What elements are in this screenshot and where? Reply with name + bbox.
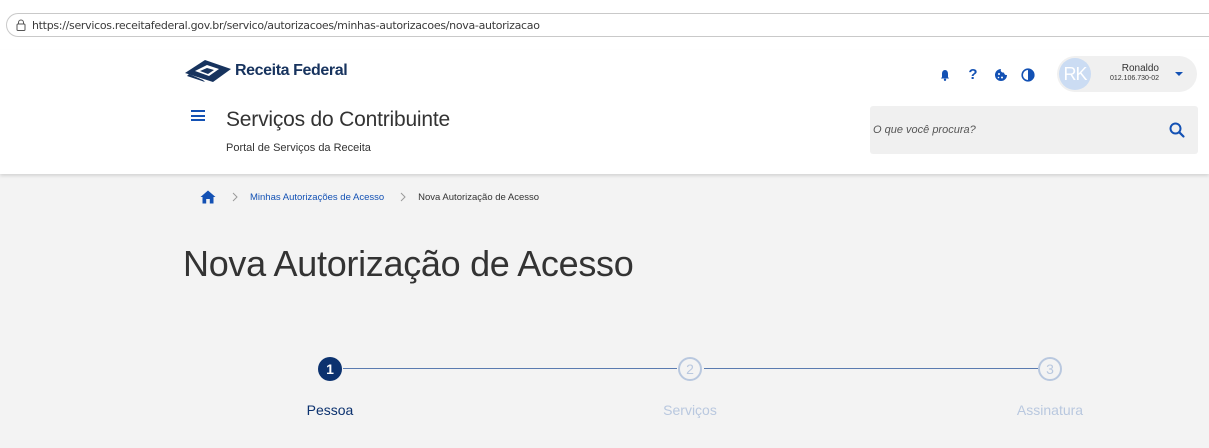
breadcrumb-current: Nova Autorização de Acesso: [418, 191, 540, 203]
hamburger-menu-icon[interactable]: [191, 110, 205, 121]
app-subtitle: Portal de Serviços da Receita: [226, 142, 371, 154]
step-1-label[interactable]: Pessoa: [260, 402, 400, 418]
url-text: https://servicos.receitafederal.gov.br/s…: [32, 19, 540, 32]
step-connector: [343, 368, 677, 369]
chevron-right-icon: [400, 192, 406, 202]
stepper: 1 2 3 Pessoa Serviços Assinatura: [0, 355, 1209, 435]
help-icon[interactable]: ?: [965, 67, 981, 83]
url-field[interactable]: https://servicos.receitafederal.gov.br/s…: [6, 13, 1209, 37]
step-connector: [704, 368, 1038, 369]
search-icon[interactable]: [1168, 121, 1186, 139]
breadcrumb-link-minhas-autorizacoes[interactable]: Minhas Autorizações de Acesso: [250, 192, 384, 203]
home-icon[interactable]: [200, 190, 216, 204]
search-box: [870, 106, 1198, 154]
user-name: Ronaldo: [1121, 63, 1159, 74]
page-title: Nova Autorização de Acesso: [183, 243, 634, 284]
breadcrumb: Minhas Autorizações de Acesso Nova Autor…: [200, 190, 539, 204]
step-3-circle[interactable]: 3: [1038, 357, 1062, 381]
chevron-right-icon: [232, 192, 238, 202]
step-2-label[interactable]: Serviços: [620, 402, 760, 418]
contrast-icon[interactable]: [1020, 67, 1036, 83]
user-menu[interactable]: RK Ronaldo 012.106.730-02: [1057, 56, 1197, 92]
user-cpf: 012.106.730-02: [1109, 75, 1159, 82]
app-title: Serviços do Contribuinte: [226, 108, 450, 131]
step-2-circle[interactable]: 2: [678, 357, 702, 381]
avatar: RK: [1059, 58, 1091, 90]
browser-address-bar: https://servicos.receitafederal.gov.br/s…: [0, 0, 1209, 50]
cookie-icon[interactable]: [993, 67, 1009, 83]
logo-text: Receita Federal: [235, 62, 348, 79]
site-info-icon[interactable]: [16, 19, 26, 31]
receita-federal-logo[interactable]: Receita Federal: [183, 56, 348, 86]
logo-emblem-icon: [185, 60, 231, 82]
site-header: Receita Federal Serviços do Contribuinte…: [0, 50, 1209, 174]
step-1-circle[interactable]: 1: [318, 357, 342, 381]
chevron-down-icon: [1175, 72, 1183, 76]
search-input[interactable]: [870, 106, 1160, 154]
step-3-label[interactable]: Assinatura: [980, 402, 1120, 418]
bell-icon[interactable]: [937, 67, 953, 83]
